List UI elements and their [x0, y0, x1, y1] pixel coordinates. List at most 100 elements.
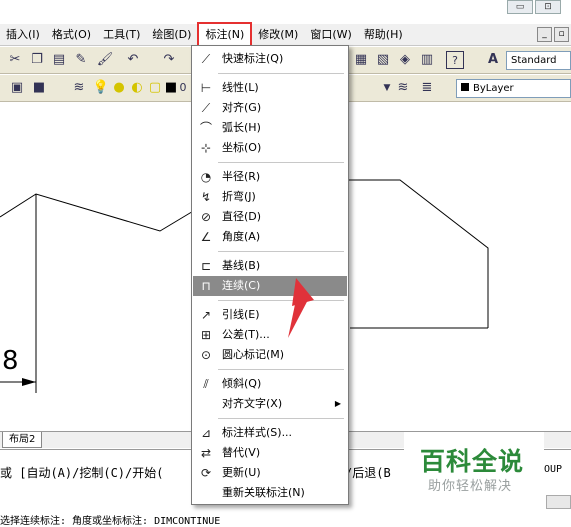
color-swatch-icon	[461, 83, 469, 91]
watermark-subtitle: 助你轻松解决	[428, 479, 513, 494]
menu-item-update[interactable]: ⟳ 更新(U)	[193, 463, 347, 483]
menu-item-diameter[interactable]: ⊘ 直径(D)	[193, 207, 347, 227]
copy-icon[interactable]: ❐	[28, 51, 46, 69]
menu-item-baseline[interactable]: ⊏ 基线(B)	[193, 256, 347, 276]
menu-separator	[218, 418, 344, 419]
tool-palette-icon[interactable]: ▦	[352, 51, 370, 69]
menu-item-label: 倾斜(Q)	[222, 377, 262, 390]
quick-dimension-icon: ⟋	[201, 52, 211, 66]
menu-item-label: 弧长(H)	[222, 121, 261, 134]
menu-separator	[218, 251, 344, 252]
submenu-arrow-icon: ▶	[334, 399, 341, 408]
redo-icon[interactable]: ↷	[160, 51, 178, 69]
calculator-icon[interactable]: ▥	[418, 51, 436, 69]
menu-dimension[interactable]: 标注(N)	[197, 21, 253, 48]
center-mark-icon: ⊙	[200, 348, 212, 362]
menu-item-tolerance[interactable]: ⊞ 公差(T)...	[193, 325, 347, 345]
update-icon: ⟳	[200, 466, 212, 480]
aligned-icon: ⟋	[201, 101, 211, 115]
outline-right-path	[336, 179, 489, 328]
layer-manager-icon[interactable]: ▣	[8, 79, 26, 97]
menu-item-arc-length[interactable]: ⌒ 弧长(H)	[193, 118, 347, 138]
undo-icon[interactable]: ↶	[124, 51, 142, 69]
layer-state-icon[interactable]: ■	[30, 79, 48, 97]
menu-item-label: 坐标(O)	[222, 141, 262, 154]
baseline-icon: ⊏	[200, 259, 212, 273]
text-style-icon: A	[487, 52, 499, 67]
command-prompt-text-3: OUP	[544, 464, 563, 475]
dimension-menu: ⟋ 快速标注(Q) ⊢ 线性(L) ⟋ 对齐(G) ⌒ 弧长(H) ⊹ 坐标(O) ◔ 半径(R) ↯ 折…	[191, 45, 349, 505]
linetype-select[interactable]: ByLayer	[456, 79, 571, 98]
radius-icon: ◔	[200, 170, 212, 184]
menu-item-jogged[interactable]: ↯ 折弯(J)	[193, 187, 347, 207]
oblique-icon: ⫽	[203, 377, 209, 391]
menu-tools[interactable]: 工具(T)	[97, 25, 146, 45]
continue-icon: ⊓	[201, 279, 211, 293]
ordinate-icon: ⊹	[200, 141, 212, 155]
text-style-select[interactable]: Standard	[506, 51, 571, 70]
menu-item-label: 引线(E)	[222, 308, 260, 321]
menu-item-label: 公差(T)...	[222, 328, 270, 341]
scroll-control[interactable]	[546, 495, 571, 509]
dimension-arrow-icon	[22, 378, 36, 386]
brush-icon[interactable]: ✎	[72, 51, 90, 69]
override-icon: ⇄	[200, 446, 212, 460]
sheet-set-icon[interactable]: ▧	[374, 51, 392, 69]
markup-icon[interactable]: ◈	[396, 51, 414, 69]
minimize-button[interactable]: ▭	[507, 0, 533, 14]
menu-item-item-15[interactable]: 对齐文字(X) ▶	[193, 394, 347, 414]
doc-minimize-button[interactable]: _	[537, 27, 552, 42]
dimension-text: 8	[2, 346, 19, 376]
menu-insert[interactable]: 插入(I)	[0, 25, 46, 45]
menu-item-oblique[interactable]: ⫽ 倾斜(Q)	[193, 374, 347, 394]
menu-item-radius[interactable]: ◔ 半径(R)	[193, 167, 347, 187]
menu-item-override[interactable]: ⇄ 替代(V)	[193, 443, 347, 463]
tab-layout2[interactable]: 布局2	[2, 432, 43, 448]
layer-previous-icon[interactable]: ≣	[418, 79, 436, 97]
command-prompt-text: 或 [自动(A)/挖制(C)/开始(	[0, 466, 164, 480]
menu-window[interactable]: 窗口(W)	[304, 25, 357, 45]
menu-item-label: 快速标注(Q)	[222, 52, 284, 65]
menu-item-linear[interactable]: ⊢ 线性(L)	[193, 78, 347, 98]
title-bar: ▭ ⊡	[0, 0, 571, 24]
menu-item-label: 重新关联标注(N)	[222, 486, 305, 499]
menu-format[interactable]: 格式(O)	[46, 25, 97, 45]
window-controls: ▭ ⊡	[507, 0, 561, 14]
menu-item-label: 对齐(G)	[222, 101, 262, 114]
menu-draw[interactable]: 绘图(D)	[146, 25, 197, 45]
sun-icon[interactable]: ●	[110, 79, 128, 97]
menu-item-ordinate[interactable]: ⊹ 坐标(O)	[193, 138, 347, 158]
menu-item-quick-dimension[interactable]: ⟋ 快速标注(Q)	[193, 49, 347, 69]
menu-item-angular[interactable]: ∠ 角度(A)	[193, 227, 347, 247]
menu-item-leader[interactable]: ↗ 引线(E)	[193, 305, 347, 325]
menu-item-label: 角度(A)	[222, 230, 261, 243]
cut-icon[interactable]: ✂	[6, 51, 24, 69]
menu-item-label: 连续(C)	[222, 279, 261, 292]
layer-name[interactable]: 0	[174, 79, 192, 97]
menu-item-aligned[interactable]: ⟋ 对齐(G)	[193, 98, 347, 118]
menu-modify[interactable]: 修改(M)	[252, 25, 304, 45]
menu-item-item-19[interactable]: 重新关联标注(N)	[193, 483, 347, 503]
jogged-icon: ↯	[200, 190, 212, 204]
lightbulb-icon[interactable]: 💡	[92, 79, 110, 97]
make-current-icon[interactable]: ≋	[394, 79, 412, 97]
help-icon[interactable]: ?	[446, 51, 464, 69]
match-properties-icon[interactable]: 🖌	[96, 51, 114, 69]
doc-restore-button[interactable]: ▫	[554, 27, 569, 42]
paste-icon[interactable]: ▤	[50, 51, 68, 69]
menu-item-continue[interactable]: ⊓ 连续(C)	[193, 276, 347, 296]
dimension-style-icon: ⊿	[200, 426, 212, 440]
menu-item-label: 圆心标记(M)	[222, 348, 285, 361]
menu-separator	[218, 162, 344, 163]
menu-item-label: 替代(V)	[222, 446, 261, 459]
restore-button[interactable]: ⊡	[535, 0, 561, 14]
layers-icon[interactable]: ≋	[70, 79, 88, 97]
menu-separator	[218, 369, 344, 370]
menu-item-center-mark[interactable]: ⊙ 圆心标记(M)	[193, 345, 347, 365]
menu-help[interactable]: 帮助(H)	[358, 25, 409, 45]
menu-bar: 插入(I) 格式(O) 工具(T) 绘图(D) 标注(N) 修改(M) 窗口(W…	[0, 21, 571, 48]
unlock-icon[interactable]: ◐	[128, 79, 146, 97]
menu-item-label: 线性(L)	[222, 81, 259, 94]
diameter-icon: ⊘	[200, 210, 212, 224]
menu-item-dimension-style[interactable]: ⊿ 标注样式(S)...	[193, 423, 347, 443]
